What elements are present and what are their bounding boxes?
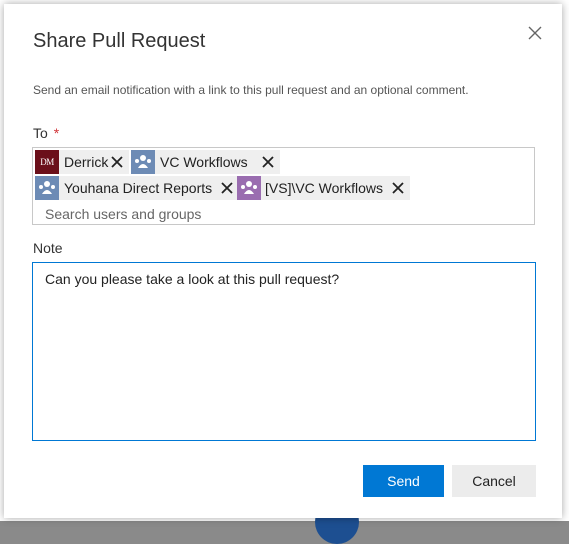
search-users-input[interactable] [45,204,345,224]
recipients-picker[interactable]: DM Derrick VC Workflows Youhana Direct R… [32,147,535,225]
recipient-chip: Youhana Direct Reports [35,176,240,200]
note-label: Note [33,240,63,256]
remove-recipient-icon[interactable] [111,156,123,168]
to-label: To * [33,125,59,141]
recipient-chip: [VS]\VC Workflows [237,176,410,200]
recipient-name: Youhana Direct Reports [64,180,213,196]
group-icon [237,176,261,200]
note-textarea[interactable]: Can you please take a look at this pull … [32,262,536,441]
remove-recipient-icon[interactable] [392,182,404,194]
share-pull-request-dialog: Share Pull Request Send an email notific… [4,4,562,518]
recipient-chip: DM Derrick [35,150,130,174]
dialog-description: Send an email notification with a link t… [33,83,469,97]
recipient-name: VC Workflows [160,154,248,170]
dialog-title: Share Pull Request [33,30,206,52]
avatar: DM [35,150,59,174]
close-icon[interactable] [526,24,544,42]
recipient-name: Derrick [64,154,109,170]
recipient-name: [VS]\VC Workflows [265,180,383,196]
remove-recipient-icon[interactable] [262,156,274,168]
send-button[interactable]: Send [363,465,444,497]
to-label-text: To [33,125,48,141]
group-icon [35,176,59,200]
cancel-button[interactable]: Cancel [452,465,536,497]
recipient-chip: VC Workflows [131,150,280,174]
required-marker: * [53,125,60,141]
group-icon [131,150,155,174]
remove-recipient-icon[interactable] [221,182,233,194]
